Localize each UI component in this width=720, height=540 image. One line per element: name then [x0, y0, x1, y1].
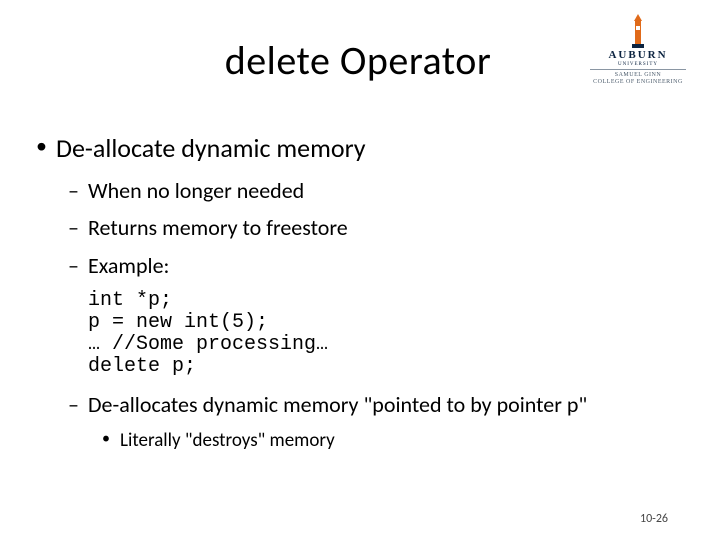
bullet-l2-2: Returns memory to freestore — [36, 215, 680, 240]
logo-college-line2: COLLEGE OF ENGINEERING — [590, 79, 686, 85]
logo-wordmark: AUBURN — [590, 50, 686, 61]
auburn-logo: AUBURN UNIVERSITY SAMUEL GINN COLLEGE OF… — [590, 14, 686, 85]
slide-title: delete Operator — [225, 36, 492, 85]
bullet-l2-4: De-allocates dynamic memory "pointed to … — [36, 392, 680, 417]
title-row: delete Operator AUBURN UNIVERSITY SAMUEL… — [36, 28, 680, 108]
code-block: int *p; p = new int(5); … //Some process… — [88, 290, 680, 378]
slide: delete Operator AUBURN UNIVERSITY SAMUEL… — [0, 0, 720, 540]
slide-number: 10-26 — [640, 512, 668, 526]
tower-icon — [590, 14, 686, 48]
logo-college-line1: SAMUEL GINN — [590, 72, 686, 78]
bullet-l2-1: When no longer needed — [36, 178, 680, 203]
bullet-l3-1: Literally "destroys" memory — [36, 429, 680, 452]
slide-body: De-allocate dynamic memory When no longe… — [36, 132, 680, 452]
bullet-l2-3: Example: — [36, 253, 680, 278]
logo-university: UNIVERSITY — [590, 62, 686, 70]
bullet-l1-1: De-allocate dynamic memory — [36, 132, 680, 164]
